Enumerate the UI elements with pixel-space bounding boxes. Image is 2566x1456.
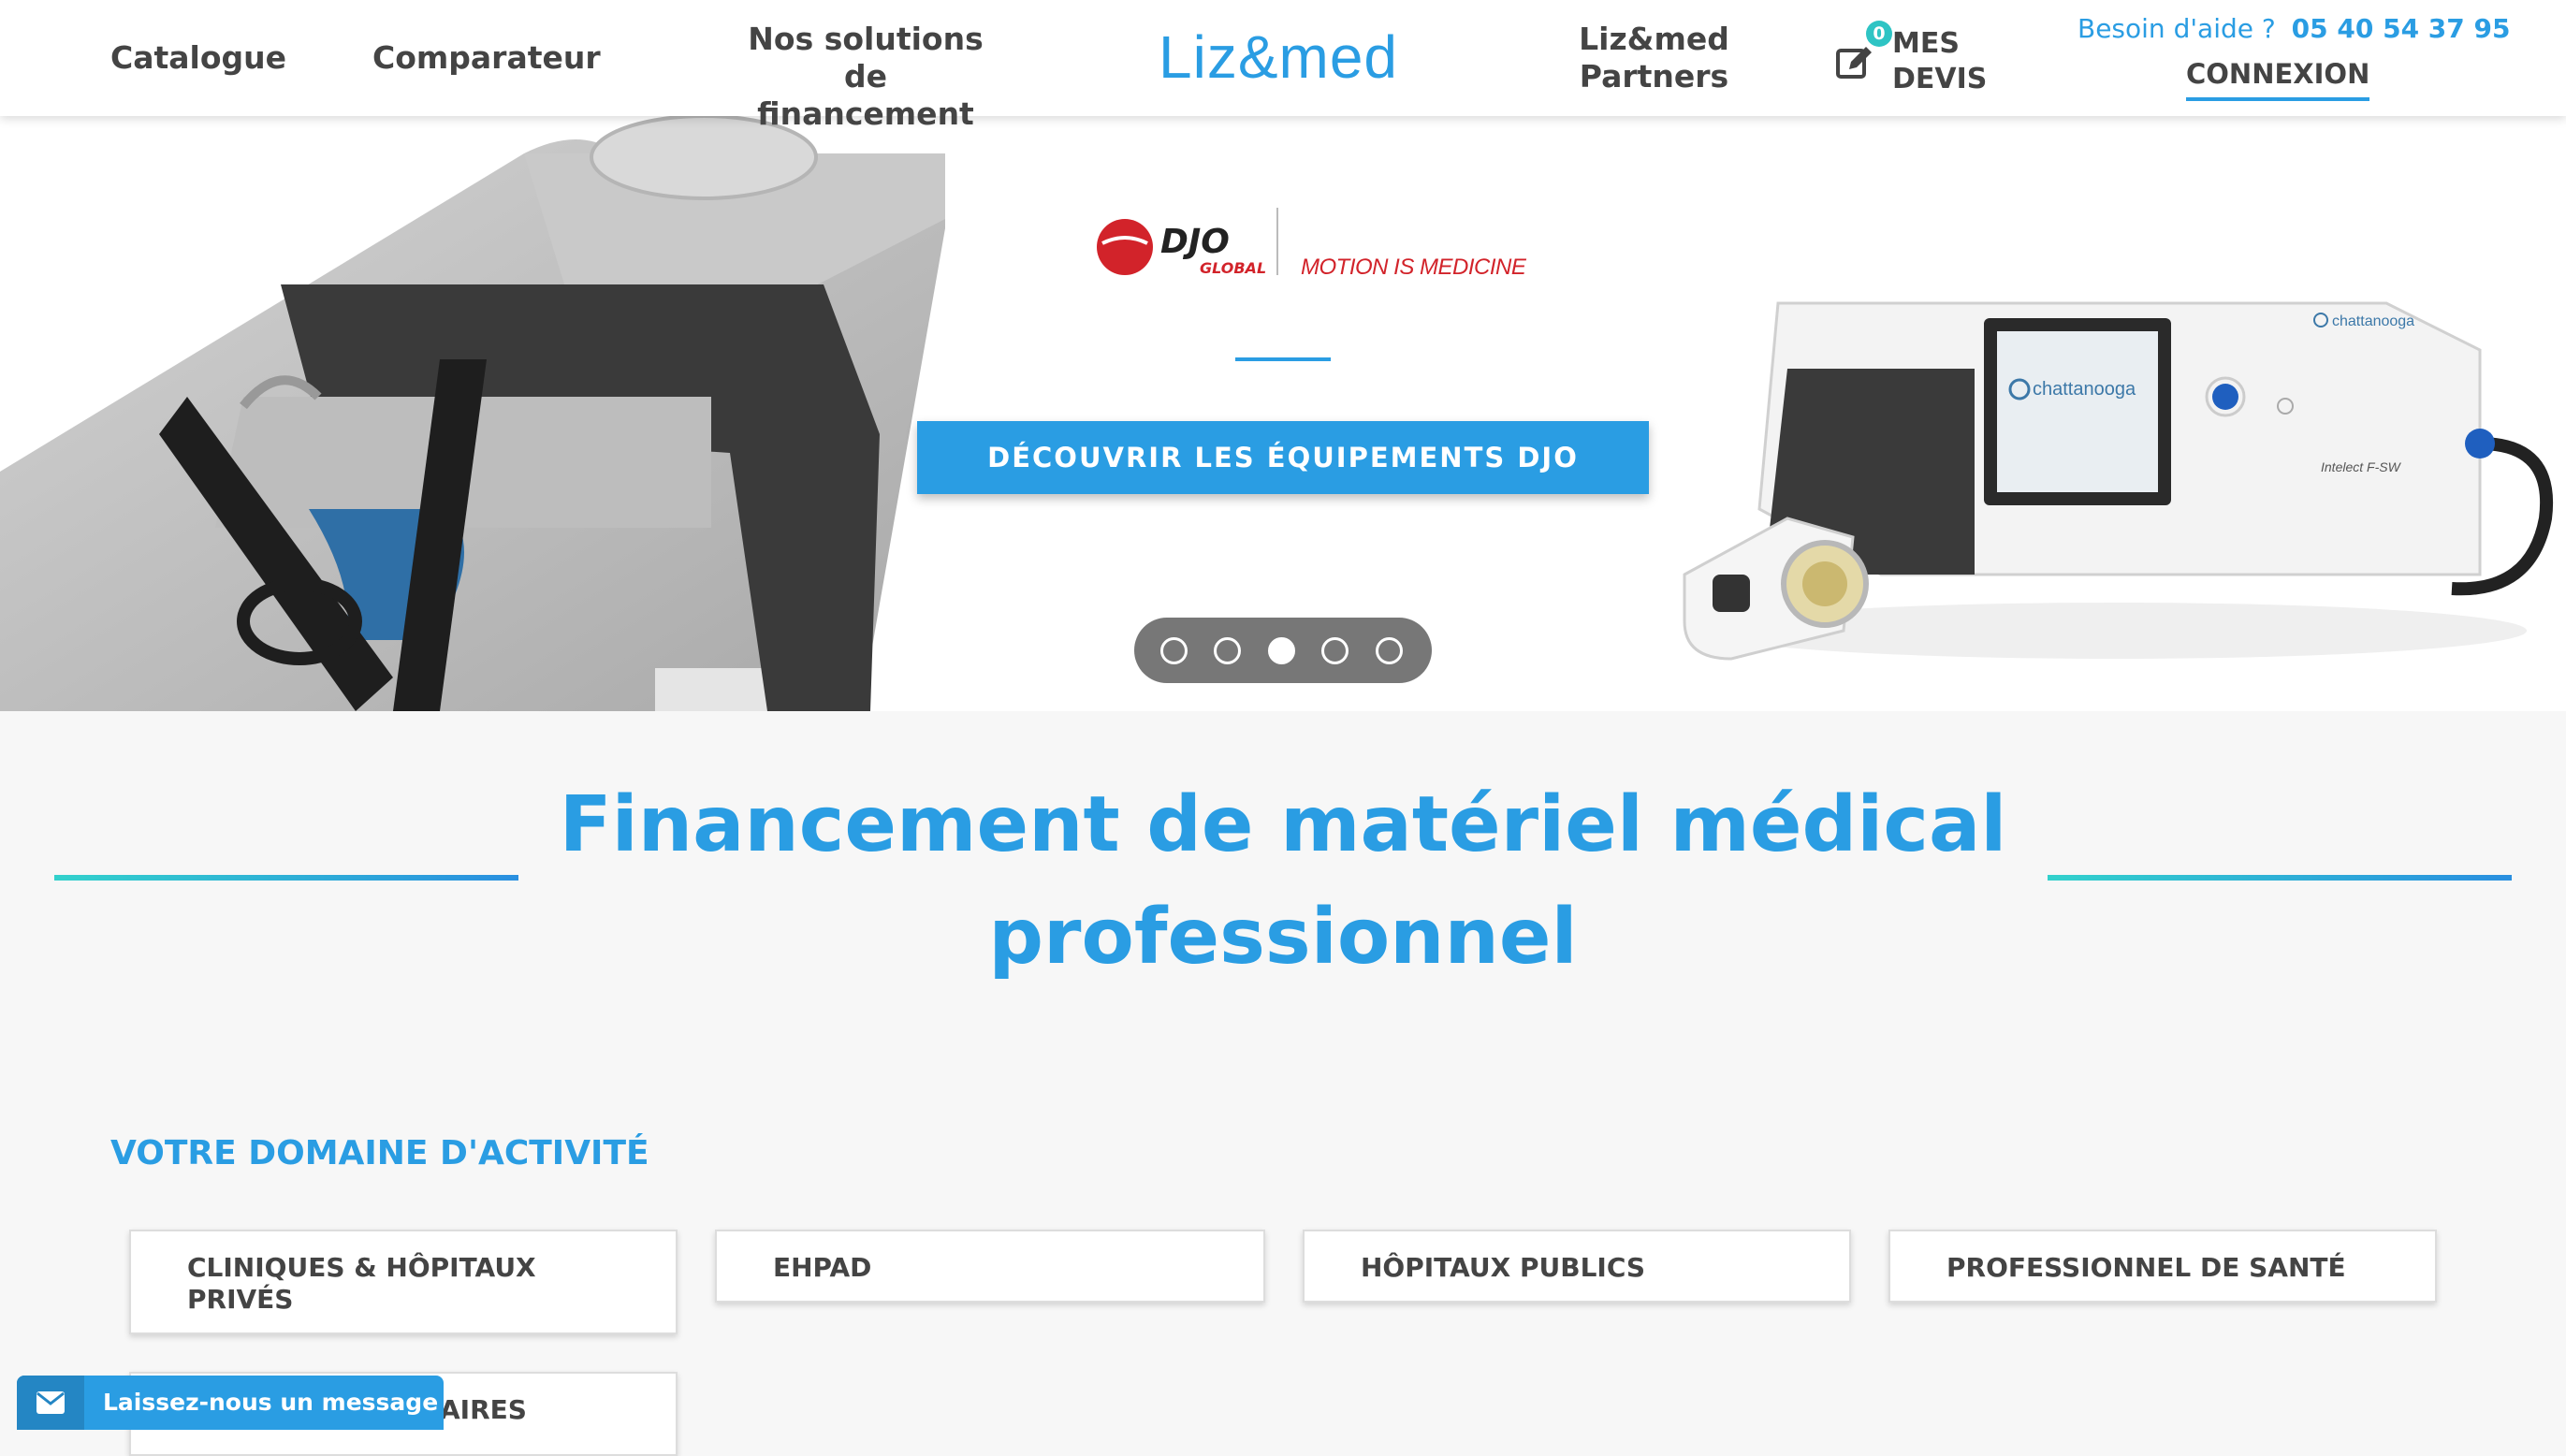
nav-partners[interactable]: Liz&med Partners [1572,21,1736,95]
traction-table-image [0,116,945,711]
domain-card-private-clinics[interactable]: CLINIQUES & HÔPITAUX PRIVÉS [129,1230,678,1334]
domain-card-label: HÔPITAUX PUBLICS [1361,1252,1646,1283]
page-title: Financement de matériel médical professi… [559,780,2007,982]
help-phone-link[interactable]: 05 40 54 37 95 [2292,13,2511,44]
mail-icon [36,1391,65,1414]
hero-accent-line [1235,357,1331,361]
slider-dot-3[interactable] [1268,637,1295,664]
domain-card-label: AIRES [440,1394,527,1425]
brand-tagline: MOTION IS MEDICINE [1301,255,1526,280]
my-quotes-label: MES DEVIS [1892,27,1988,95]
svg-text:GLOBAL: GLOBAL [1200,259,1266,277]
domain-card-public-hospitals[interactable]: HÔPITAUX PUBLICS [1303,1230,1851,1303]
help-label: Besoin d'aide ? [2078,13,2276,44]
nav-comparateur[interactable]: Comparateur [372,39,601,77]
slider-dot-5[interactable] [1376,637,1403,664]
domain-card-label: PROFESSIONNEL DE SANTÉ [1946,1252,2346,1283]
domain-card-label: EHPAD [773,1252,872,1283]
site-logo[interactable]: Liz&med [1159,22,1398,92]
brand-divider [1276,208,1278,275]
my-quotes-link[interactable]: 0 MES DEVIS [1834,21,1988,95]
domain-card-health-professional[interactable]: PROFESSIONNEL DE SANTÉ [1888,1230,2437,1303]
title-decor-line-left [54,875,518,881]
svg-text:DJO: DJO [1160,223,1230,261]
domain-card-label: CLINIQUES & HÔPITAUX PRIVÉS [187,1252,536,1315]
slider-dot-2[interactable] [1214,637,1241,664]
help-contact: Besoin d'aide ? 05 40 54 37 95 [2078,13,2510,44]
svg-text:Intelect F-SW: Intelect F-SW [2321,459,2402,474]
quotes-count-badge: 0 [1866,21,1892,47]
site-header: Catalogue Comparateur Nos solutions de f… [0,0,2566,132]
leave-message-widget[interactable]: Laissez-nous un message [17,1376,444,1430]
slider-pagination [1134,618,1432,683]
brand-logo-djo: DJO GLOBAL MOTION IS MEDICINE [1048,182,1535,303]
nav-financement[interactable]: Nos solutions de financement [739,21,992,133]
chat-icon-container [17,1376,84,1430]
activity-domain-heading: VOTRE DOMAINE D'ACTIVITÉ [110,1134,649,1172]
login-link[interactable]: CONNEXION [2186,58,2370,101]
hero-slider: DJO GLOBAL MOTION IS MEDICINE DÉCOUVRIR … [0,116,2566,711]
svg-text:chattanooga: chattanooga [2033,379,2136,400]
discover-djo-button[interactable]: DÉCOUVRIR LES ÉQUIPEMENTS DJO FRANCE [917,421,1649,546]
leave-message-label: Laissez-nous un message [103,1389,439,1416]
domain-card-ehpad[interactable]: EHPAD [715,1230,1265,1303]
djo-logo-icon: DJO GLOBAL [1097,219,1266,277]
title-decor-line-right [2048,875,2512,881]
slider-dot-1[interactable] [1160,637,1188,664]
svg-text:chattanooga: chattanooga [2332,313,2414,329]
nav-catalogue[interactable]: Catalogue [110,39,286,77]
shockwave-device-image: chattanooga chattanooga Intelect F-SW [1683,301,2554,661]
edit-icon [1836,47,1872,79]
slider-dot-4[interactable] [1321,637,1349,664]
